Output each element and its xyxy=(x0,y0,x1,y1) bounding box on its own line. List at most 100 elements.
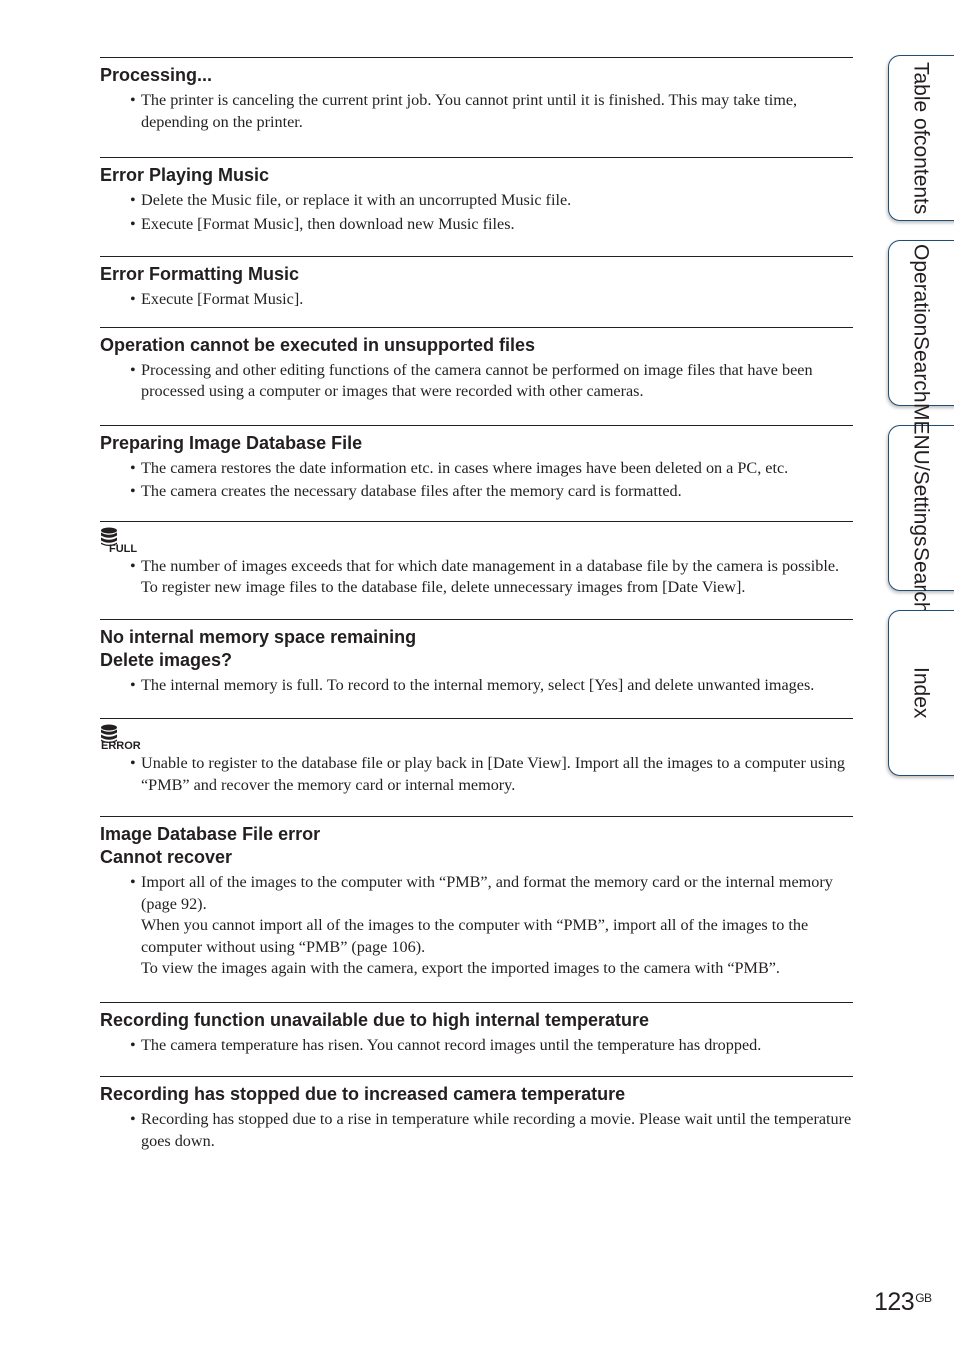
bullet-text: Execute [Format Music], then download ne… xyxy=(141,214,515,233)
bullet-text: When you cannot import all of the images… xyxy=(141,916,809,956)
bullet-item: • Execute [Format Music]. xyxy=(100,289,853,311)
tab-label-line: MENU/Settings xyxy=(909,402,933,547)
icon-caption: ERROR xyxy=(101,740,141,750)
tab-label-line: Index xyxy=(909,667,933,719)
tab-label-line: contents xyxy=(909,135,933,215)
bullet-text: The camera creates the necessary databas… xyxy=(141,482,682,500)
bullet-text: Unable to register to the database file … xyxy=(141,754,846,794)
bullet-text: Recording has stopped due to a rise in t… xyxy=(141,1110,852,1150)
message-section: Error Playing Music • Delete the Music fil… xyxy=(100,157,853,256)
bullet-marker-icon: • xyxy=(130,360,136,379)
message-heading: Error Playing Music xyxy=(100,165,270,185)
bullet-item: • The printer is canceling the current pr… xyxy=(100,90,853,133)
bullet-marker-icon: • xyxy=(130,191,136,209)
tab-label-line: Search xyxy=(909,335,933,403)
bullet-item: • Import all of the images to the compute… xyxy=(100,872,853,980)
bullet-marker-icon: • xyxy=(130,458,136,477)
tab-label-line: Search xyxy=(909,546,933,614)
message-section: Image Database File error Cannot recover •… xyxy=(100,816,853,1002)
bullet-text: The printer is canceling the current pri… xyxy=(141,91,798,131)
bullet-item: • The camera temperature has risen. You c… xyxy=(100,1035,853,1057)
database-error-icon: ERROR xyxy=(101,724,141,750)
bullet-marker-icon: • xyxy=(130,873,136,891)
bullet-marker-icon: • xyxy=(130,675,136,694)
bullet-marker-icon: • xyxy=(130,482,136,500)
bullet-list: • Recording has stopped due to a rise in … xyxy=(100,1109,853,1152)
bullet-item: • The internal memory is full. To record … xyxy=(100,675,853,697)
icon-row: ERROR xyxy=(100,723,853,753)
message-list: Processing... • The printer is canceling t… xyxy=(100,57,853,1154)
side-navigation: Table of contents Operation Search MENU/Sett… xyxy=(886,0,954,800)
bullet-list: • Unable to register to the database file… xyxy=(100,753,853,796)
bullet-marker-icon: • xyxy=(130,1110,136,1128)
tab-label: Index xyxy=(889,611,953,775)
bullet-list: • The printer is canceling the current pr… xyxy=(100,90,853,133)
message-heading: Processing... xyxy=(100,65,213,85)
message-heading: Recording function unavailable due to hi… xyxy=(100,1009,650,1030)
message-section: Processing... • The printer is canceling t… xyxy=(100,57,853,157)
message-heading: No internal memory space remaining xyxy=(100,626,417,647)
bullet-list: • The camera temperature has risen. You c… xyxy=(100,1035,853,1057)
bullet-marker-icon: • xyxy=(130,214,136,233)
tab-table-of-contents[interactable]: Table of contents xyxy=(888,55,954,221)
bullet-text: The internal memory is full. To record t… xyxy=(141,675,815,694)
bullet-text: Delete the Music file, or replace it wit… xyxy=(141,191,572,209)
bullet-marker-icon: • xyxy=(130,91,136,109)
bullet-item: • Processing and other editing functions … xyxy=(100,360,853,403)
bullet-list: • Execute [Format Music]. xyxy=(100,289,853,311)
message-section: FULL • The number of images exceeds that f… xyxy=(100,520,853,619)
message-heading: Recording has stopped due to increased c… xyxy=(100,1084,626,1104)
tab-operation-search[interactable]: Operation Search xyxy=(888,240,954,406)
message-heading: Image Database File error xyxy=(100,824,321,844)
message-section: Recording function unavailable due to hi… xyxy=(100,1001,853,1077)
page-number-value: 123 xyxy=(874,1288,915,1316)
bullet-item: • Execute [Format Music], then download n… xyxy=(100,214,853,236)
bullet-text: Execute [Format Music]. xyxy=(141,290,304,308)
bullet-text: Processing and other editing functions o… xyxy=(141,360,813,401)
icon-caption: FULL xyxy=(109,543,137,553)
bullet-item: • The camera creates the necessary databa… xyxy=(100,481,853,503)
tab-label-line: Operation xyxy=(909,243,933,336)
tab-index[interactable]: Index xyxy=(888,610,954,776)
icon-row: FULL xyxy=(100,526,853,556)
bullet-item: • Recording has stopped due to a rise in … xyxy=(100,1109,853,1152)
bullet-marker-icon: • xyxy=(130,1035,136,1054)
bullet-text: The number of images exceeds that for wh… xyxy=(141,556,840,597)
page-number-suffix: GB xyxy=(915,1291,932,1305)
bullet-text: Import all of the images to the computer… xyxy=(141,873,833,913)
database-full-icon: FULL xyxy=(101,527,137,553)
tab-label-line: Table of xyxy=(909,61,933,136)
bullet-item: • Unable to register to the database file… xyxy=(100,753,853,796)
tab-menu-settings-search[interactable]: MENU/Settings Search xyxy=(888,403,954,613)
tab-label: MENU/Settings Search xyxy=(889,403,953,613)
message-heading: Delete images? xyxy=(100,649,233,670)
bullet-text: The camera temperature has risen. You ca… xyxy=(141,1035,762,1054)
bullet-list: • The internal memory is full. To record … xyxy=(100,675,853,697)
bullet-text: The camera restores the date information… xyxy=(141,458,789,477)
message-section: ERROR • Unable to register to the database… xyxy=(100,718,853,816)
bullet-list: • Import all of the images to the compute… xyxy=(100,872,853,980)
message-section: Error Formatting Music • Execute [Format M… xyxy=(100,256,853,327)
message-section: No internal memory space remaining Delete… xyxy=(100,618,853,719)
bullet-marker-icon: • xyxy=(130,754,136,772)
bullet-list: • The number of images exceeds that for w… xyxy=(100,556,853,599)
message-section: Operation cannot be executed in unsuppor… xyxy=(100,326,853,425)
tab-label: Table of contents xyxy=(889,56,953,220)
message-heading: Preparing Image Database File xyxy=(100,432,363,453)
message-heading: Cannot recover xyxy=(100,847,233,867)
bullet-item: • The number of images exceeds that for w… xyxy=(100,556,853,599)
message-heading: Operation cannot be executed in unsuppor… xyxy=(100,334,536,355)
message-heading: Error Formatting Music xyxy=(100,264,300,284)
bullet-text: To view the images again with the camera… xyxy=(141,959,780,977)
message-section: Preparing Image Database File • The camera… xyxy=(100,424,853,521)
message-section: Recording has stopped due to increased c… xyxy=(100,1076,853,1152)
bullet-list: • Processing and other editing functions … xyxy=(100,360,853,403)
bullet-item: • Delete the Music file, or replace it wi… xyxy=(100,190,853,212)
page-number: 123GB xyxy=(874,1288,932,1317)
bullet-list: • Delete the Music file, or replace it wi… xyxy=(100,190,853,235)
bullet-list: • The camera restores the date informatio… xyxy=(100,458,853,503)
bullet-marker-icon: • xyxy=(130,290,136,308)
bullet-item: • The camera restores the date informatio… xyxy=(100,458,853,480)
bullet-marker-icon: • xyxy=(130,556,136,575)
tab-label: Operation Search xyxy=(889,241,953,405)
